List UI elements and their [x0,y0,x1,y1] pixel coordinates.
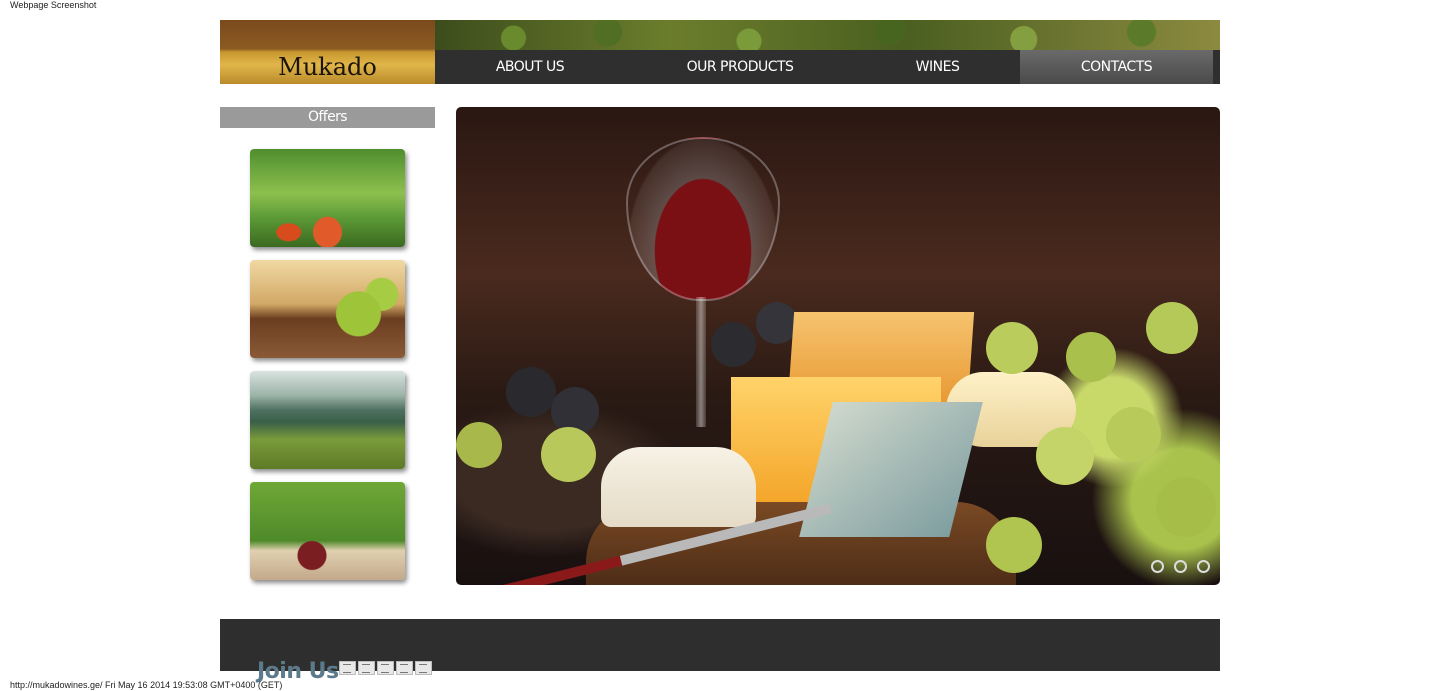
green-grape [986,322,1038,374]
logo-text: Mukado [278,53,377,81]
slide-dot-3[interactable] [1197,560,1210,573]
slide-dot-2[interactable] [1174,560,1187,573]
top-caption: Webpage Screenshot [10,0,97,10]
header-banner-image [435,20,1220,50]
green-grape [1146,302,1198,354]
social-icon-broken-image[interactable] [339,661,356,675]
site-header: Mukado ABOUT US OUR PRODUCTS WINES CONTA… [220,20,1220,84]
social-icon-broken-image[interactable] [358,661,375,675]
bottom-caption: http://mukadowines.ge/ Fri May 16 2014 1… [10,680,283,690]
green-grape [1066,332,1116,382]
dark-grape [506,367,556,417]
social-links [339,661,432,675]
nav-wines[interactable]: WINES [855,50,1020,84]
site-footer: Join Us [220,619,1220,684]
slider-pagination [1151,560,1210,573]
green-grape [1156,477,1216,537]
offer-thumbnail-grapes[interactable] [250,260,405,358]
green-grape [456,422,502,468]
nav-about-us[interactable]: ABOUT US [435,50,625,84]
green-grape [541,427,596,482]
dark-grape [711,322,756,367]
slide-dot-1[interactable] [1151,560,1164,573]
main-nav: ABOUT US OUR PRODUCTS WINES CONTACTS [435,50,1220,84]
green-grape [1106,407,1161,462]
offers-title: Offers [220,107,435,128]
nav-our-products[interactable]: OUR PRODUCTS [625,50,855,84]
green-grape [1036,427,1094,485]
green-grape [986,517,1042,573]
offer-thumbnail-red-wine[interactable] [250,482,405,580]
wine-glass-stem [696,297,706,427]
logo[interactable]: Mukado [220,20,435,84]
offer-thumbnail-wine-glasses[interactable] [250,149,405,247]
nav-contacts[interactable]: CONTACTS [1020,50,1213,84]
social-icon-broken-image[interactable] [377,661,394,675]
social-icon-broken-image[interactable] [396,661,413,675]
wine-glass [626,137,780,301]
offer-thumbnail-vineyard[interactable] [250,371,405,469]
brie-cheese [601,447,756,527]
hero-slider[interactable] [456,107,1220,585]
social-icon-broken-image[interactable] [415,661,432,675]
